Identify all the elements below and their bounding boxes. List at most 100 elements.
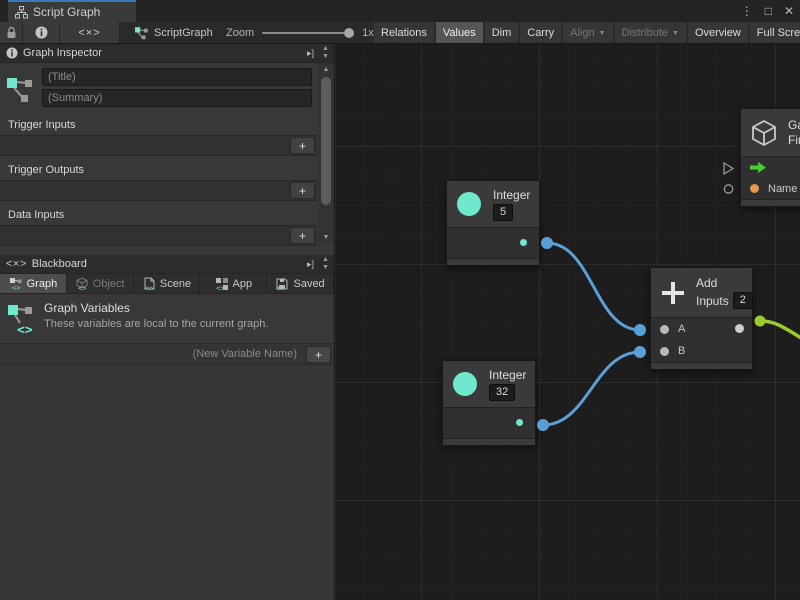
values-button[interactable]: Values <box>436 22 483 43</box>
dock-pin-icon[interactable]: ▸] <box>307 259 314 270</box>
inputs-count-field[interactable]: 2 <box>733 292 753 309</box>
scene-icon: <> <box>142 277 156 291</box>
graph-canvas[interactable]: Integer 5 Integer 32 Add <box>336 44 800 600</box>
node-title: Integer <box>489 368 526 382</box>
inspect-button[interactable] <box>23 22 60 43</box>
new-variable-input[interactable] <box>0 344 303 364</box>
info-icon <box>6 47 18 59</box>
window-tab-script-graph[interactable]: Script Graph <box>8 0 136 22</box>
trigger-outputs-label: Trigger Outputs <box>0 156 334 180</box>
node-integer-32[interactable]: Integer 32 <box>442 360 536 446</box>
output-port[interactable] <box>520 239 527 246</box>
distribute-button[interactable]: Distribute ▼ <box>615 22 686 43</box>
tab-app-variables[interactable]: <> App <box>200 274 267 293</box>
chevron-down-icon: ▼ <box>672 30 679 37</box>
zoom-slider[interactable] <box>262 32 354 34</box>
graph-breadcrumb[interactable]: ScriptGraph <box>133 22 213 43</box>
integer-literal-icon <box>453 372 477 396</box>
graph-variables-icon: <> <box>6 303 36 337</box>
graph-icon: <> <box>9 277 23 291</box>
scroll-up-icon[interactable]: ▲ <box>322 256 329 264</box>
tab-saved-variables[interactable]: <> Saved <box>267 274 334 293</box>
integer-value-field[interactable]: 32 <box>489 384 515 401</box>
scroll-up-icon[interactable]: ▲ <box>322 45 329 53</box>
trigger-port-row <box>741 157 800 178</box>
tab-scene-variables[interactable]: <> Scene <box>134 274 201 293</box>
wire-add-output <box>760 321 800 341</box>
input-port-b[interactable] <box>660 347 669 356</box>
trigger-inputs-label: Trigger Inputs <box>0 111 334 135</box>
plus-icon <box>659 279 687 307</box>
port-row-b: B <box>651 340 752 362</box>
blackboard-empty-area <box>0 365 334 600</box>
node-add[interactable]: Add Inputs 2 A B <box>650 267 753 370</box>
carry-button[interactable]: Carry <box>520 22 561 43</box>
cube-icon <box>749 118 779 148</box>
trigger-inputs-list: + <box>0 135 317 156</box>
graph-icon <box>6 72 34 102</box>
port-label: Name <box>768 183 797 195</box>
graph-title-field[interactable] <box>42 68 312 86</box>
dim-button[interactable]: Dim <box>485 22 519 43</box>
name-port-row: Name <box>741 178 800 199</box>
info-icon <box>35 26 48 39</box>
graph-inspector-header: Graph Inspector ▸] ▲ ▼ <box>0 44 334 63</box>
wire-endpoint <box>634 324 646 336</box>
node-title: Integer <box>493 188 530 202</box>
add-data-input-button[interactable]: + <box>290 227 315 244</box>
svg-text:<>: <> <box>12 284 20 291</box>
trigger-arrow-icon[interactable] <box>750 162 767 173</box>
align-button[interactable]: Align ▼ <box>563 22 612 43</box>
output-port[interactable] <box>516 419 523 426</box>
integer-value-field[interactable]: 5 <box>493 204 513 221</box>
scroll-down-icon[interactable]: ▼ <box>322 53 329 61</box>
graph-summary-field[interactable] <box>42 89 312 107</box>
cube-icon: <> <box>75 277 89 291</box>
output-port-sum[interactable] <box>735 324 744 333</box>
unconnected-trigger-port <box>724 163 733 174</box>
script-graph-icon <box>15 6 28 19</box>
blackboard-icon: <×> <box>6 258 27 270</box>
input-port-a[interactable] <box>660 325 669 334</box>
zoom-slider-handle[interactable] <box>344 28 354 38</box>
sidebar: Graph Inspector ▸] ▲ ▼ Trigger Inputs + … <box>0 44 335 600</box>
tab-graph-variables[interactable]: <> Graph <box>0 274 67 293</box>
node-gameobject-find[interactable]: Game Object Find Name <box>740 108 800 207</box>
lock-button[interactable] <box>0 22 23 43</box>
node-title: Add <box>696 276 717 290</box>
graph-toolbar: <×> ScriptGraph Zoom 1x Relations Values… <box>0 22 800 44</box>
inspector-scrollbar[interactable]: ▲ ▼ <box>318 63 334 243</box>
svg-text:<>: <> <box>145 284 153 291</box>
port-label: A <box>678 323 685 335</box>
add-trigger-input-button[interactable]: + <box>290 137 315 154</box>
scroll-down-icon[interactable]: ▼ <box>318 231 334 243</box>
add-trigger-output-button[interactable]: + <box>290 182 315 199</box>
close-icon[interactable]: ✕ <box>784 4 794 18</box>
scrollbar-thumb[interactable] <box>321 77 331 205</box>
graph-icon <box>133 25 149 40</box>
graph-name-label: ScriptGraph <box>154 27 213 39</box>
scroll-up-icon[interactable]: ▲ <box>318 63 334 75</box>
unit-options-button[interactable]: <×> <box>60 22 120 43</box>
overview-button[interactable]: Overview <box>688 22 748 43</box>
input-port-name[interactable] <box>750 184 759 193</box>
maximize-icon[interactable]: □ <box>765 4 772 18</box>
node-title: Game Object <box>788 118 800 132</box>
blackboard-header: <×> Blackboard ▸] ▲ ▼ <box>0 255 334 274</box>
scroll-down-icon[interactable]: ▼ <box>322 264 329 272</box>
window-menu-icon[interactable]: ⋮ <box>741 4 753 18</box>
floppy-save-icon: <> <box>275 277 289 291</box>
relations-button[interactable]: Relations <box>374 22 434 43</box>
add-variable-button[interactable]: + <box>306 346 331 363</box>
trigger-outputs-list: + <box>0 180 317 201</box>
dock-pin-icon[interactable]: ▸] <box>307 48 314 59</box>
node-integer-5[interactable]: Integer 5 <box>446 180 540 266</box>
wire-endpoint <box>755 316 766 327</box>
wire-integer5-to-a <box>547 243 640 330</box>
data-inputs-label: Data Inputs <box>0 201 334 225</box>
port-row-a: A <box>651 318 752 340</box>
port-label: B <box>678 345 685 357</box>
fullscreen-button[interactable]: Full Screen <box>750 22 800 43</box>
tab-object-variables[interactable]: <> Object <box>67 274 134 293</box>
integer-literal-icon <box>457 192 481 216</box>
